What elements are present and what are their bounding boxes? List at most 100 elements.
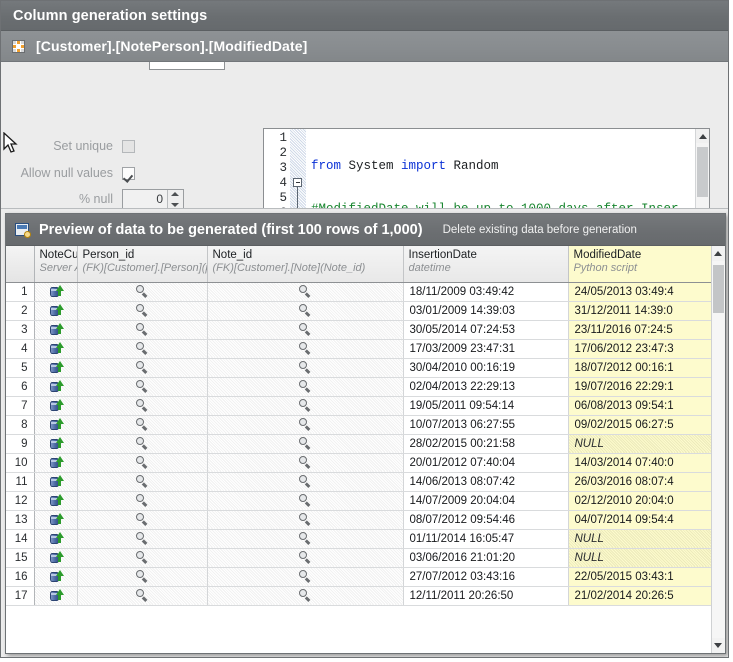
row-number-cell[interactable]: 13	[6, 510, 35, 530]
foreign-key-cell-note-id[interactable]	[207, 415, 404, 435]
table-row[interactable]: 2 03/01/2009 14:39:03 31/12/2011 14:39:0	[6, 301, 716, 321]
identity-cell[interactable]	[34, 377, 78, 397]
code-text-area[interactable]: from System import Random #ModifiedDate …	[306, 129, 709, 208]
insertion-date-cell[interactable]: 02/04/2013 22:29:13	[403, 377, 569, 397]
identity-cell[interactable]	[34, 282, 78, 302]
foreign-key-cell-note-id[interactable]	[207, 491, 404, 511]
row-number-cell[interactable]: 2	[6, 301, 35, 321]
modified-date-cell[interactable]: 17/06/2012 23:47:3	[568, 339, 716, 359]
column-header-notecustomer-id[interactable]: NoteCustomer_id Server Assigned	[34, 246, 78, 283]
modified-date-cell[interactable]: NULL	[568, 548, 716, 568]
identity-cell[interactable]	[34, 339, 78, 359]
insertion-date-cell[interactable]: 14/07/2009 20:04:04	[403, 491, 569, 511]
insertion-date-cell[interactable]: 03/01/2009 14:39:03	[403, 301, 569, 321]
table-row[interactable]: 11 14/06/2013 08:07:42 26/03/2016 08:07:4	[6, 472, 716, 492]
grid-vertical-scrollbar[interactable]	[711, 246, 725, 653]
identity-cell[interactable]	[34, 415, 78, 435]
table-row[interactable]: 3 30/05/2014 07:24:53 23/11/2016 07:24:5	[6, 320, 716, 340]
row-number-cell[interactable]: 5	[6, 358, 35, 378]
identity-cell[interactable]	[34, 301, 78, 321]
table-row[interactable]: 5 30/04/2010 00:16:19 18/07/2012 00:16:1	[6, 358, 716, 378]
row-number-cell[interactable]: 14	[6, 529, 35, 549]
foreign-key-cell-person-id[interactable]	[77, 453, 208, 473]
foreign-key-cell-note-id[interactable]	[207, 339, 404, 359]
table-row[interactable]: 14 01/11/2014 16:05:47 NULL	[6, 529, 716, 549]
foreign-key-cell-person-id[interactable]	[77, 320, 208, 340]
foreign-key-cell-note-id[interactable]	[207, 586, 404, 606]
row-number-cell[interactable]: 3	[6, 320, 35, 340]
row-number-cell[interactable]: 15	[6, 548, 35, 568]
allow-null-checkbox[interactable]	[122, 166, 135, 180]
table-row[interactable]: 9 28/02/2015 00:21:58 NULL	[6, 434, 716, 454]
insertion-date-cell[interactable]: 14/06/2013 08:07:42	[403, 472, 569, 492]
insertion-date-cell[interactable]: 08/07/2012 09:54:46	[403, 510, 569, 530]
spinner-up-icon[interactable]	[168, 190, 183, 200]
foreign-key-cell-note-id[interactable]	[207, 567, 404, 587]
row-number-cell[interactable]: 4	[6, 339, 35, 359]
table-row[interactable]: 17 12/11/2011 20:26:50 21/02/2014 20:26:5	[6, 586, 716, 606]
collapse-minus-icon[interactable]	[293, 178, 302, 187]
scroll-down-icon[interactable]	[712, 638, 725, 653]
python-script-editor[interactable]: 1 2 3 4 5 6 7 8 from System import Rando…	[263, 128, 710, 208]
delete-existing-data-label[interactable]: Delete existing data before generation	[443, 224, 637, 236]
row-number-cell[interactable]: 1	[6, 282, 35, 302]
modified-date-cell[interactable]: 18/07/2012 00:16:1	[568, 358, 716, 378]
foreign-key-cell-note-id[interactable]	[207, 472, 404, 492]
foreign-key-cell-person-id[interactable]	[77, 415, 208, 435]
identity-cell[interactable]	[34, 396, 78, 416]
modified-date-cell[interactable]: 26/03/2016 08:07:4	[568, 472, 716, 492]
modified-date-cell[interactable]: NULL	[568, 529, 716, 549]
foreign-key-cell-person-id[interactable]	[77, 510, 208, 530]
insertion-date-cell[interactable]: 30/04/2010 00:16:19	[403, 358, 569, 378]
insertion-date-cell[interactable]: 03/06/2016 21:01:20	[403, 548, 569, 568]
identity-cell[interactable]	[34, 320, 78, 340]
foreign-key-cell-note-id[interactable]	[207, 301, 404, 321]
foreign-key-cell-person-id[interactable]	[77, 548, 208, 568]
foreign-key-cell-person-id[interactable]	[77, 434, 208, 454]
table-row[interactable]: 1 18/11/2009 03:49:42 24/05/2013 03:49:4	[6, 282, 716, 302]
grid-vscroll-thumb[interactable]	[713, 265, 724, 313]
identity-cell[interactable]	[34, 510, 78, 530]
row-number-cell[interactable]: 6	[6, 377, 35, 397]
row-number-cell[interactable]: 12	[6, 491, 35, 511]
identity-cell[interactable]	[34, 491, 78, 511]
modified-date-cell[interactable]: 31/12/2011 14:39:0	[568, 301, 716, 321]
spinner-down-icon[interactable]	[168, 199, 183, 208]
row-number-cell[interactable]: 9	[6, 434, 35, 454]
foreign-key-cell-note-id[interactable]	[207, 548, 404, 568]
scroll-up-icon[interactable]	[712, 246, 725, 261]
row-number-header[interactable]	[6, 246, 35, 283]
modified-date-cell[interactable]: NULL	[568, 434, 716, 454]
insertion-date-cell[interactable]: 01/11/2014 16:05:47	[403, 529, 569, 549]
column-header-modifieddate[interactable]: ModifiedDate Python script	[568, 246, 716, 283]
table-row[interactable]: 13 08/07/2012 09:54:46 04/07/2014 09:54:4	[6, 510, 716, 530]
pct-null-stepper[interactable]: 0	[122, 188, 184, 209]
identity-cell[interactable]	[34, 586, 78, 606]
table-row[interactable]: 12 14/07/2009 20:04:04 02/12/2010 20:04:0	[6, 491, 716, 511]
column-header-person-id[interactable]: Person_id (FK)[Customer].[Person](person…	[77, 246, 208, 283]
identity-cell[interactable]	[34, 529, 78, 549]
foreign-key-cell-person-id[interactable]	[77, 358, 208, 378]
foreign-key-cell-note-id[interactable]	[207, 396, 404, 416]
row-number-cell[interactable]: 16	[6, 567, 35, 587]
table-row[interactable]: 7 19/05/2011 09:54:14 06/08/2013 09:54:1	[6, 396, 716, 416]
table-row[interactable]: 15 03/06/2016 21:01:20 NULL	[6, 548, 716, 568]
pct-null-value[interactable]: 0	[123, 190, 167, 209]
row-number-cell[interactable]: 17	[6, 586, 35, 606]
row-number-cell[interactable]: 11	[6, 472, 35, 492]
modified-date-cell[interactable]: 19/07/2016 22:29:1	[568, 377, 716, 397]
modified-date-cell[interactable]: 06/08/2013 09:54:1	[568, 396, 716, 416]
foreign-key-cell-person-id[interactable]	[77, 377, 208, 397]
identity-cell[interactable]	[34, 472, 78, 492]
insertion-date-cell[interactable]: 30/05/2014 07:24:53	[403, 320, 569, 340]
insertion-date-cell[interactable]: 17/03/2009 23:47:31	[403, 339, 569, 359]
table-row[interactable]: 6 02/04/2013 22:29:13 19/07/2016 22:29:1	[6, 377, 716, 397]
set-unique-checkbox[interactable]	[122, 139, 135, 153]
insertion-date-cell[interactable]: 20/01/2012 07:40:04	[403, 453, 569, 473]
table-row[interactable]: 8 10/07/2013 06:27:55 09/02/2015 06:27:5	[6, 415, 716, 435]
row-number-cell[interactable]: 10	[6, 453, 35, 473]
insertion-date-cell[interactable]: 19/05/2011 09:54:14	[403, 396, 569, 416]
insertion-date-cell[interactable]: 18/11/2009 03:49:42	[403, 282, 569, 302]
column-header-note-id[interactable]: Note_id (FK)[Customer].[Note](Note_id)	[207, 246, 404, 283]
foreign-key-cell-note-id[interactable]	[207, 282, 404, 302]
